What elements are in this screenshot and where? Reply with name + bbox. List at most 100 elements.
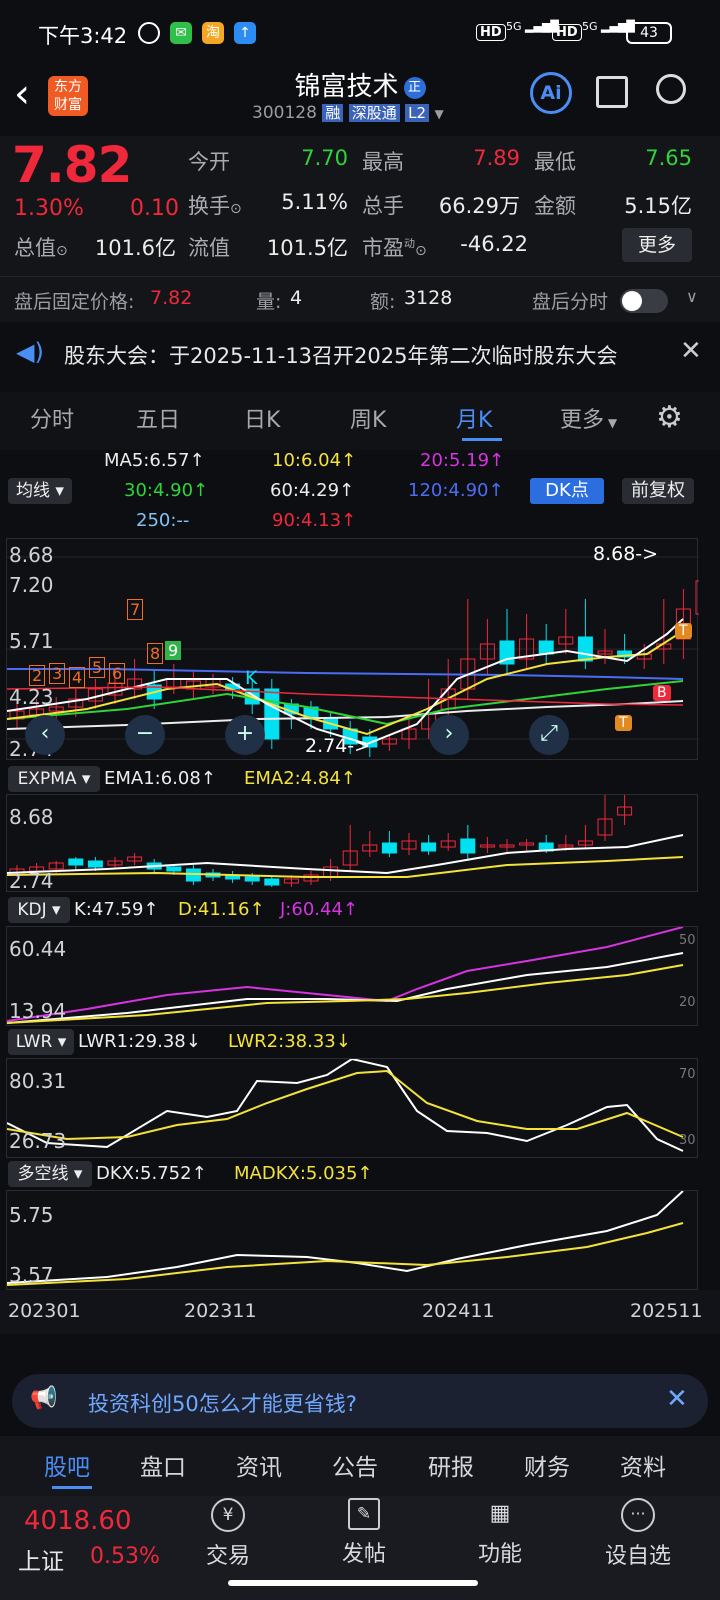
ma250: 250:-- xyxy=(136,510,190,531)
value-float: 101.5亿 xyxy=(266,236,348,260)
badge-icon: 正 xyxy=(403,77,426,99)
high-label: 8.68-> xyxy=(593,543,659,565)
tab-monthly-k[interactable]: 月K xyxy=(456,402,492,434)
expma-chart[interactable]: 8.68 2.74 xyxy=(6,794,698,893)
after-label: 盘后固定价格: xyxy=(14,291,135,313)
more-icon: ··· xyxy=(621,1498,655,1532)
mark-2: 2 xyxy=(29,665,46,686)
watchlist-button[interactable]: ··· 设自选 xyxy=(596,1498,680,1570)
fq-button[interactable]: 前复权 xyxy=(622,478,694,504)
kdj-ytick-1: 60.44 xyxy=(9,937,67,961)
expma-select[interactable]: EXPMA ▾ xyxy=(8,766,100,792)
lwr2-line xyxy=(7,1069,684,1141)
lwr1: LWR1:29.38↓ xyxy=(78,1031,201,1052)
btab-finance[interactable]: 财务 xyxy=(524,1448,570,1482)
zoom-in-icon[interactable]: + xyxy=(225,715,265,755)
tab-timeshare[interactable]: 分时 xyxy=(30,402,74,434)
dkx-chart[interactable]: 5.75 3.57 xyxy=(6,1190,698,1290)
function-button[interactable]: ▦ 功能 xyxy=(468,1498,532,1568)
value-open: 7.70 xyxy=(301,146,348,170)
mark-9: 9 xyxy=(165,641,182,660)
bottom-tabs: 股吧 盘口 资讯 公告 研报 财务 资料 xyxy=(0,1436,720,1496)
settings-icon[interactable]: ⚙ xyxy=(656,400,683,435)
k-mark: K xyxy=(245,667,258,689)
zoom-out-icon[interactable]: − xyxy=(125,715,165,755)
low-label: 2.74-> xyxy=(305,735,371,757)
chevron-down-icon[interactable]: ▼ xyxy=(434,107,443,121)
btab-news[interactable]: 资讯 xyxy=(236,1448,282,1482)
nav-bar: ‹ 东方财富 锦富技术 正 300128 融 深股通 L2 ▼ Ai xyxy=(0,66,720,136)
search-icon[interactable] xyxy=(656,74,686,104)
taobao-icon: 淘 xyxy=(202,22,224,44)
kdj-svg xyxy=(7,927,684,1024)
edit-icon: ✎ xyxy=(348,1498,380,1530)
signal-icon: 5G ▂▄▆█ xyxy=(506,20,559,33)
notice-text: 股东大会：于2025-11-13召开2025年第二次临时股东大会 xyxy=(64,344,618,368)
value-high: 7.89 xyxy=(473,146,520,170)
period-tabs: 分时 五日 日K 周K 月K 更多 ▼ ⚙ xyxy=(0,392,720,450)
after-amt-label: 额: xyxy=(370,291,396,313)
btab-announce[interactable]: 公告 xyxy=(332,1448,378,1482)
more-button[interactable]: 更多 xyxy=(622,228,692,262)
after-toggle[interactable] xyxy=(620,289,668,313)
candle-body xyxy=(244,876,260,882)
chevron-left-icon[interactable]: ‹ xyxy=(25,715,65,755)
main-kline-chart[interactable]: 8.68 7.20 5.71 4.23 2.74 8.68-> 2.74-> K… xyxy=(6,538,699,761)
ma60: 60:4.29↑ xyxy=(270,480,355,501)
tab-daily-k[interactable]: 日K xyxy=(244,402,280,434)
tab-weekly-k[interactable]: 周K xyxy=(350,402,386,434)
share-icon[interactable] xyxy=(596,76,628,108)
candle-body xyxy=(87,860,103,868)
madkx-value: MADKX:5.035↑ xyxy=(234,1163,373,1184)
tab-underline xyxy=(462,438,502,441)
dk-button[interactable]: DK点 xyxy=(530,478,604,504)
alarm-icon xyxy=(138,22,160,44)
expma-svg xyxy=(7,795,684,887)
ma-select[interactable]: 均线 ▾ xyxy=(8,478,72,504)
tab-more[interactable]: 更多 ▼ xyxy=(560,402,617,434)
ma90: 90:4.13↑ xyxy=(272,510,357,531)
mark-6: 6 xyxy=(109,663,126,684)
post-button[interactable]: ✎ 发帖 xyxy=(332,1498,396,1568)
btab-pankou[interactable]: 盘口 xyxy=(140,1448,186,1482)
btab-research[interactable]: 研报 xyxy=(428,1448,474,1482)
ad-banner[interactable]: 📢 投资科创50怎么才能更省钱? ✕ xyxy=(12,1374,708,1428)
close-icon[interactable]: ✕ xyxy=(680,336,702,366)
chevron-right-icon[interactable]: › xyxy=(429,715,469,755)
tab-five-day[interactable]: 五日 xyxy=(136,402,180,434)
expand-icon[interactable]: ⤢ xyxy=(529,715,569,755)
x-label-1: 202301 xyxy=(8,1300,81,1322)
after-vol: 4 xyxy=(290,287,303,309)
x-label-2: 202311 xyxy=(184,1300,257,1322)
close-icon-2[interactable]: ✕ xyxy=(666,1384,688,1414)
ai-icon[interactable]: Ai xyxy=(530,72,572,114)
kdj-select[interactable]: KDJ ▾ xyxy=(8,897,70,923)
chevron-down-icon-2[interactable]: ∨ xyxy=(686,287,698,306)
candle-body xyxy=(460,838,476,854)
b-mark: B xyxy=(653,685,671,701)
btab-guba[interactable]: 股吧 xyxy=(44,1448,90,1482)
grid-icon: ▦ xyxy=(489,1501,511,1526)
after-vol-label: 量: xyxy=(256,291,282,313)
x-axis: 202301 202311 202411 202511 xyxy=(0,1290,720,1334)
label-low: 最低 xyxy=(534,150,576,174)
candle-body xyxy=(381,842,397,854)
stock-code-row: 300128 融 深股通 L2 ▼ xyxy=(252,102,444,123)
kdj-header: KDJ ▾ K:47.59↑ D:41.16↑ J:60.44↑ xyxy=(0,894,720,926)
dkx-ytick-2: 3.57 xyxy=(9,1263,54,1287)
dkx-value: DKX:5.752↑ xyxy=(96,1163,207,1184)
dkx-select[interactable]: 多空线 ▾ xyxy=(8,1161,92,1187)
kdj-chart[interactable]: 60.44 13.94 50 20 xyxy=(6,926,698,1026)
kdj-ytick-2: 13.94 xyxy=(9,999,67,1023)
tag-sgt: 深股通 xyxy=(348,104,400,122)
trade-button[interactable]: ¥ 交易 xyxy=(196,1498,260,1570)
notice-bar[interactable]: ◀) 股东大会：于2025-11-13召开2025年第二次临时股东大会 ✕ xyxy=(0,322,720,384)
expma-ytick-2: 2.74 xyxy=(9,869,54,893)
btab-profile[interactable]: 资料 xyxy=(620,1448,666,1482)
lwr-select[interactable]: LWR ▾ xyxy=(8,1029,74,1055)
ytick-1: 8.68 xyxy=(9,543,54,567)
lwr-chart[interactable]: 80.31 26.73 70 30 xyxy=(6,1058,698,1158)
change-pct: 1.30% xyxy=(14,196,84,221)
value-turnover: 5.11% xyxy=(281,190,348,214)
label-amount: 金额 xyxy=(534,194,576,218)
